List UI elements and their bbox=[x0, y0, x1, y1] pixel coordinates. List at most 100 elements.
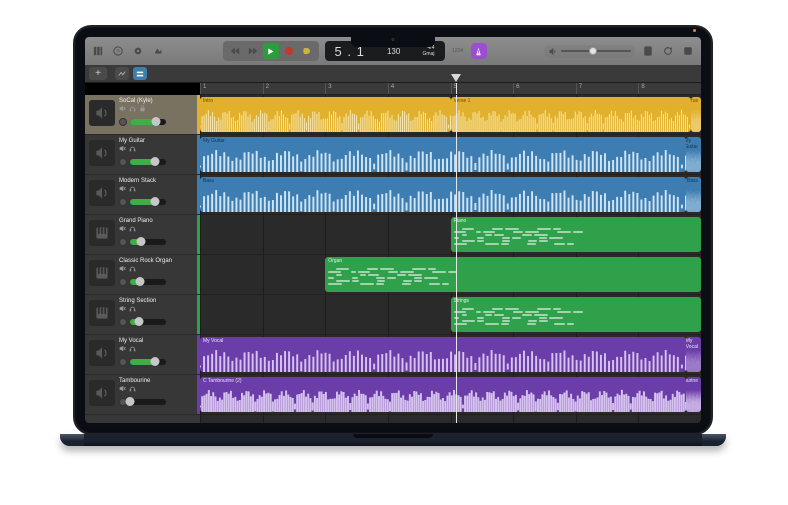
pan-knob[interactable] bbox=[119, 118, 127, 126]
pan-knob[interactable] bbox=[119, 358, 127, 366]
volume-thumb[interactable] bbox=[151, 117, 160, 126]
editors-button[interactable] bbox=[151, 44, 165, 58]
pan-knob[interactable] bbox=[119, 198, 127, 206]
master-volume[interactable] bbox=[544, 45, 635, 58]
mute-button[interactable] bbox=[119, 345, 126, 354]
track-header[interactable]: SoCal (Kyle) bbox=[85, 95, 200, 135]
instrument-icon[interactable] bbox=[89, 340, 115, 366]
play-button[interactable] bbox=[263, 43, 279, 59]
instrument-icon[interactable] bbox=[89, 180, 115, 206]
pan-knob[interactable] bbox=[119, 238, 127, 246]
region[interactable]: My Vocal bbox=[200, 337, 686, 372]
notepad-button[interactable] bbox=[641, 44, 655, 58]
track-lane[interactable]: C Tambourine (2)Tambourine bbox=[200, 375, 701, 415]
solo-button[interactable] bbox=[129, 305, 136, 314]
countin-button[interactable]: 1234 bbox=[451, 44, 465, 58]
mute-button[interactable] bbox=[119, 185, 126, 194]
track-view-button[interactable] bbox=[133, 67, 147, 80]
track-lane[interactable]: Strings bbox=[200, 295, 701, 335]
track-name[interactable]: My Vocal bbox=[119, 338, 196, 344]
volume-slider[interactable] bbox=[130, 319, 166, 325]
track-lane[interactable]: My GuitarMy Guitar bbox=[200, 135, 701, 175]
track-header[interactable]: String Section bbox=[85, 295, 200, 335]
smart-controls-button[interactable] bbox=[131, 44, 145, 58]
volume-slider[interactable] bbox=[130, 239, 166, 245]
rewind-button[interactable] bbox=[227, 43, 243, 59]
pan-knob[interactable] bbox=[119, 318, 127, 326]
volume-thumb[interactable] bbox=[151, 157, 160, 166]
ruler-bar-4[interactable]: 4 bbox=[388, 83, 394, 94]
playhead-marker-icon[interactable] bbox=[451, 74, 461, 82]
region[interactable]: Chorus bbox=[691, 97, 701, 132]
record-button[interactable] bbox=[281, 43, 297, 59]
solo-button[interactable] bbox=[129, 385, 136, 394]
mute-button[interactable] bbox=[119, 105, 126, 114]
volume-slider[interactable] bbox=[130, 359, 166, 365]
region[interactable]: Strings bbox=[451, 297, 702, 332]
track-name[interactable]: My Guitar bbox=[119, 138, 196, 144]
region[interactable]: Organ bbox=[325, 257, 701, 292]
track-name[interactable]: String Section bbox=[119, 298, 196, 304]
mute-button[interactable] bbox=[119, 385, 126, 394]
region[interactable]: My Guitar bbox=[686, 137, 701, 172]
volume-slider[interactable] bbox=[130, 279, 166, 285]
forward-button[interactable] bbox=[245, 43, 261, 59]
solo-button[interactable] bbox=[129, 185, 136, 194]
solo-button[interactable] bbox=[129, 345, 136, 354]
instrument-icon[interactable] bbox=[89, 260, 115, 286]
library-button[interactable] bbox=[91, 44, 105, 58]
arrangement-lanes[interactable]: IntroVerse 1ChorusMy GuitarMy GuitarBass… bbox=[200, 95, 701, 423]
track-header[interactable]: Classic Rock Organ bbox=[85, 255, 200, 295]
mute-button[interactable] bbox=[119, 145, 126, 154]
region[interactable]: Tambourine bbox=[686, 377, 701, 412]
track-lane[interactable]: BassBass bbox=[200, 175, 701, 215]
loop-browser-button[interactable] bbox=[661, 44, 675, 58]
ruler-bar-8[interactable]: 8 bbox=[638, 83, 644, 94]
lock-button[interactable] bbox=[139, 105, 146, 114]
region[interactable]: Intro bbox=[200, 97, 451, 132]
playhead-line[interactable] bbox=[456, 95, 457, 423]
cycle-button[interactable] bbox=[299, 43, 315, 59]
instrument-icon[interactable] bbox=[89, 220, 115, 246]
region[interactable]: Verse 1 bbox=[451, 97, 691, 132]
ruler-bar-3[interactable]: 3 bbox=[325, 83, 331, 94]
mute-button[interactable] bbox=[119, 225, 126, 234]
track-lane[interactable]: My VocalMy Vocal bbox=[200, 335, 701, 375]
volume-slider[interactable] bbox=[130, 119, 166, 125]
timeline-ruler[interactable]: 12345678 bbox=[200, 83, 701, 95]
volume-thumb[interactable] bbox=[589, 47, 597, 55]
track-header[interactable]: Tambourine bbox=[85, 375, 200, 415]
ruler-bar-2[interactable]: 2 bbox=[263, 83, 269, 94]
mute-button[interactable] bbox=[119, 305, 126, 314]
volume-slider[interactable] bbox=[130, 399, 166, 405]
ruler-bar-6[interactable]: 6 bbox=[513, 83, 519, 94]
automation-button[interactable] bbox=[115, 67, 129, 80]
track-name[interactable]: SoCal (Kyle) bbox=[119, 98, 196, 104]
volume-thumb[interactable] bbox=[126, 397, 135, 406]
instrument-icon[interactable] bbox=[89, 380, 115, 406]
region[interactable]: My Guitar bbox=[200, 137, 686, 172]
metronome-button[interactable] bbox=[471, 43, 487, 59]
solo-button[interactable] bbox=[129, 225, 136, 234]
playhead[interactable] bbox=[456, 83, 457, 94]
region[interactable]: C Tambourine (2) bbox=[200, 377, 686, 412]
quick-help-button[interactable]: ? bbox=[111, 44, 125, 58]
region[interactable]: My Vocal bbox=[686, 337, 701, 372]
tempo-display[interactable]: 130 bbox=[387, 47, 400, 56]
instrument-icon[interactable] bbox=[89, 100, 115, 126]
track-header[interactable]: Modern Stack bbox=[85, 175, 200, 215]
track-header[interactable]: Grand Piano bbox=[85, 215, 200, 255]
track-header[interactable]: My Vocal bbox=[85, 335, 200, 375]
track-name[interactable]: Tambourine bbox=[119, 378, 196, 384]
volume-slider[interactable] bbox=[130, 199, 166, 205]
pan-knob[interactable] bbox=[119, 158, 127, 166]
track-lane[interactable]: Piano bbox=[200, 215, 701, 255]
key-display[interactable]: Gmaj bbox=[423, 51, 435, 57]
track-header[interactable]: My Guitar bbox=[85, 135, 200, 175]
track-name[interactable]: Grand Piano bbox=[119, 218, 196, 224]
solo-button[interactable] bbox=[129, 105, 136, 114]
add-track-button[interactable]: + bbox=[89, 67, 107, 80]
media-browser-button[interactable] bbox=[681, 44, 695, 58]
region[interactable]: Bass bbox=[200, 177, 686, 212]
instrument-icon[interactable] bbox=[89, 300, 115, 326]
